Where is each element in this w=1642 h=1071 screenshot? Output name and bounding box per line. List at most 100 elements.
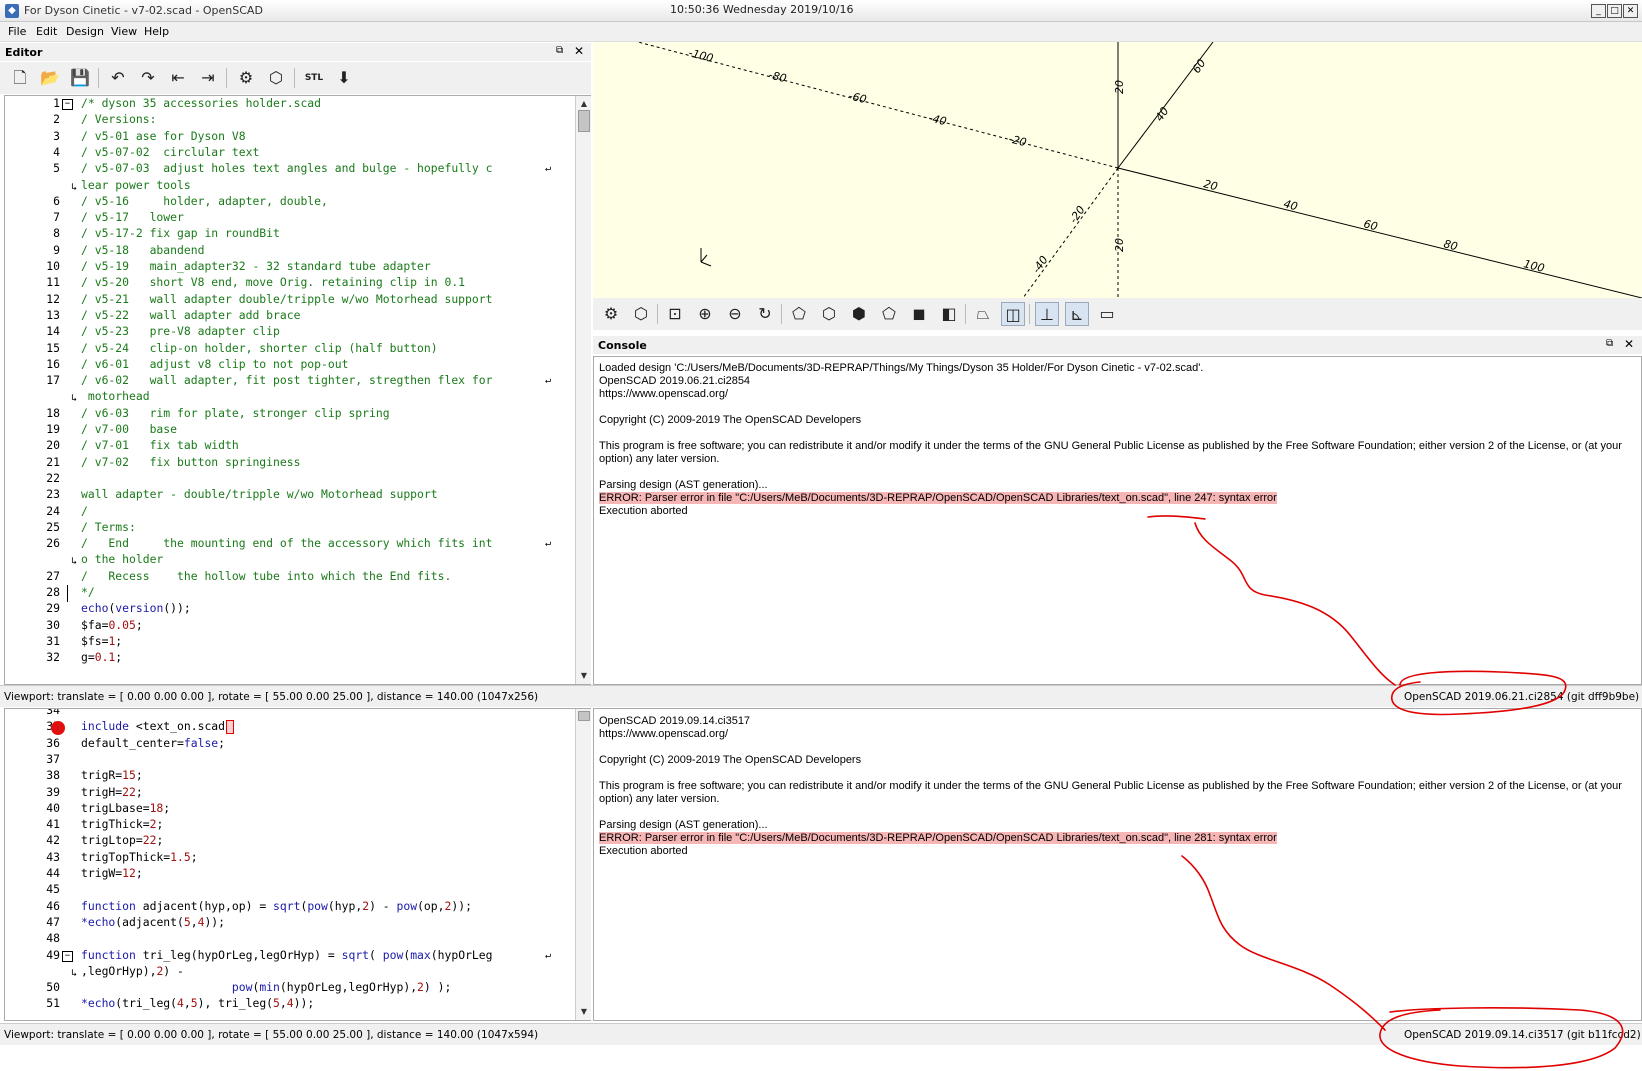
- show-axes-icon[interactable]: ⊥: [1035, 302, 1059, 326]
- view-right-icon[interactable]: ⬠: [787, 302, 811, 326]
- orthogonal-icon[interactable]: ◫: [1001, 302, 1025, 326]
- code-line[interactable]: 31 $fs=1;: [5, 634, 572, 651]
- render-icon[interactable]: ⬡: [629, 302, 653, 326]
- code-line[interactable]: o the holder ↳: [5, 552, 572, 569]
- code-line[interactable]: 36 default_center=false;: [5, 736, 572, 753]
- reset-view-icon[interactable]: ↻: [753, 302, 777, 326]
- code-line[interactable]: 10 / v5-19 main_adapter32 - 32 standard t…: [5, 259, 572, 276]
- code-line[interactable]: 26 / End the mounting end of the accessor…: [5, 536, 572, 553]
- code-line[interactable]: 39 trigH=22;: [5, 785, 572, 802]
- editor-scrollbar-bottom[interactable]: ▼: [575, 709, 591, 1020]
- code-line[interactable]: 28 */: [5, 585, 572, 602]
- 3d-viewport[interactable]: -100 -80 -60 -40 -20 20 40 60 80 100 20 …: [593, 42, 1642, 298]
- code-line[interactable]: 49− function tri_leg(hypOrLeg,legOrHyp) =…: [5, 948, 572, 965]
- code-line[interactable]: 7 / v5-17 lower: [5, 210, 572, 227]
- render-icon[interactable]: ⬡: [264, 66, 288, 90]
- menu-view[interactable]: View: [111, 25, 137, 38]
- indent-icon[interactable]: ⇥: [196, 66, 220, 90]
- code-line[interactable]: ,legOrHyp),2) - ↳: [5, 964, 572, 981]
- view-bottom-icon[interactable]: ⬢: [847, 302, 871, 326]
- close-window-button[interactable]: ✕: [1623, 4, 1638, 18]
- code-line[interactable]: 23 wall adapter - double/tripple w/wo Mot…: [5, 487, 572, 504]
- minimize-button[interactable]: _: [1591, 4, 1606, 18]
- code-line[interactable]: 5 / v5-07-03 adjust holes text angles and…: [5, 161, 572, 178]
- code-line[interactable]: 41 trigThick=2;: [5, 817, 572, 834]
- preview-icon[interactable]: ⚙: [234, 66, 258, 90]
- code-line[interactable]: 29 echo(version());: [5, 601, 572, 618]
- code-line[interactable]: 13 / v5-22 wall adapter add brace: [5, 308, 572, 325]
- scroll-down-arrow-icon[interactable]: ▼: [578, 1006, 590, 1018]
- undo-icon[interactable]: ↶: [106, 66, 130, 90]
- new-file-icon[interactable]: 🗋: [8, 66, 32, 90]
- code-line[interactable]: 46 function adjacent(hyp,op) = sqrt(pow(h…: [5, 899, 572, 916]
- code-line[interactable]: motorhead ↳: [5, 389, 572, 406]
- export-stl-icon[interactable]: STL: [302, 66, 326, 90]
- code-line[interactable]: 11 / v5-20 short V8 end, move Orig. retai…: [5, 275, 572, 292]
- code-line[interactable]: 45: [5, 882, 572, 899]
- code-line[interactable]: 48: [5, 931, 572, 948]
- redo-icon[interactable]: ↷: [136, 66, 160, 90]
- code-line[interactable]: 17 / v6-02 wall adapter, fit post tighter…: [5, 373, 572, 390]
- view-all-icon[interactable]: ⊡: [663, 302, 687, 326]
- code-line[interactable]: 37: [5, 752, 572, 769]
- code-line[interactable]: 15 / v5-24 clip-on holder, shorter clip (…: [5, 341, 572, 358]
- code-line[interactable]: 47 *echo(adjacent(5,4));: [5, 915, 572, 932]
- code-line[interactable]: 35include <text_on.scad: [5, 719, 572, 736]
- code-line[interactable]: 2 / Versions:: [5, 112, 572, 129]
- view-left-icon[interactable]: ⬠: [877, 302, 901, 326]
- view-front-icon[interactable]: ◼: [907, 302, 931, 326]
- code-line[interactable]: 40 trigLbase=18;: [5, 801, 572, 818]
- code-line[interactable]: 38 trigR=15;: [5, 768, 572, 785]
- code-line[interactable]: 16 / v6-01 adjust v8 clip to not pop-out: [5, 357, 572, 374]
- code-line[interactable]: 22: [5, 471, 572, 488]
- zoom-in-icon[interactable]: ⊕: [693, 302, 717, 326]
- open-file-icon[interactable]: 📂: [38, 66, 62, 90]
- breakpoint-marker-icon[interactable]: [51, 721, 65, 736]
- code-line[interactable]: 8 / v5-17-2 fix gap in roundBit: [5, 226, 572, 243]
- fold-toggle-icon[interactable]: −: [62, 950, 73, 962]
- code-line[interactable]: 43 trigTopThick=1.5;: [5, 850, 572, 867]
- code-line[interactable]: 12 / v5-21 wall adapter double/tripple w/…: [5, 292, 572, 309]
- perspective-icon[interactable]: ⏢: [971, 302, 995, 326]
- scroll-down-arrow-icon[interactable]: ▼: [578, 670, 590, 682]
- close-panel-icon[interactable]: ✕: [1624, 337, 1634, 351]
- code-editor-top[interactable]: 1−/* dyson 35 accessories holder.scad 2/ …: [4, 95, 591, 685]
- code-line[interactable]: 6 / v5-16 holder, adapter, double,: [5, 194, 572, 211]
- menu-file[interactable]: File: [8, 25, 26, 38]
- scroll-thumb[interactable]: [578, 711, 590, 721]
- scroll-up-arrow-icon[interactable]: ▲: [578, 98, 590, 110]
- code-editor-bottom[interactable]: 34 35include <text_on.scad36 default_cente…: [4, 708, 591, 1021]
- float-panel-icon[interactable]: ⧉: [556, 45, 563, 56]
- zoom-out-icon[interactable]: ⊖: [723, 302, 747, 326]
- fold-toggle-icon[interactable]: −: [62, 99, 73, 110]
- view-top-icon[interactable]: ⬡: [817, 302, 841, 326]
- float-panel-icon[interactable]: ⧉: [1606, 338, 1613, 349]
- code-line[interactable]: 21 / v7-02 fix button springiness: [5, 455, 572, 472]
- code-line[interactable]: 18 / v6-03 rim for plate, stronger clip s…: [5, 406, 572, 423]
- scroll-thumb[interactable]: [578, 110, 590, 132]
- code-line[interactable]: 51 *echo(tri_leg(4,5), tri_leg(5,4));: [5, 996, 572, 1013]
- code-line[interactable]: 50 pow(min(hypOrLeg,legOrHyp),2) );: [5, 980, 572, 997]
- code-line[interactable]: lear power tools ↳: [5, 178, 572, 195]
- code-line[interactable]: 44 trigW=12;: [5, 866, 572, 883]
- unindent-icon[interactable]: ⇤: [166, 66, 190, 90]
- preview-icon[interactable]: ⚙: [599, 302, 623, 326]
- maximize-button[interactable]: □: [1607, 4, 1622, 18]
- code-line[interactable]: 20 / v7-01 fix tab width: [5, 438, 572, 455]
- code-line[interactable]: 34: [5, 709, 572, 720]
- menu-design[interactable]: Design: [66, 25, 104, 38]
- code-line[interactable]: 19 / v7-00 base: [5, 422, 572, 439]
- send-to-printer-icon[interactable]: ⬇: [332, 66, 356, 90]
- show-scale-markers-icon[interactable]: ⊾: [1065, 302, 1089, 326]
- menu-edit[interactable]: Edit: [36, 25, 57, 38]
- code-line[interactable]: 9 / v5-18 abandend: [5, 243, 572, 260]
- close-panel-icon[interactable]: ✕: [574, 44, 584, 58]
- code-line[interactable]: 30 $fa=0.05;: [5, 618, 572, 635]
- view-back-icon[interactable]: ◧: [937, 302, 961, 326]
- code-line[interactable]: 27 / Recess the hollow tube into which th…: [5, 569, 572, 586]
- code-line[interactable]: 24 /: [5, 504, 572, 521]
- editor-scrollbar-top[interactable]: ▲ ▼: [575, 96, 591, 684]
- code-line[interactable]: 1−/* dyson 35 accessories holder.scad: [5, 96, 572, 113]
- code-line[interactable]: 3 / v5-01 ase for Dyson V8: [5, 129, 572, 146]
- code-line[interactable]: 14 / v5-23 pre-V8 adapter clip: [5, 324, 572, 341]
